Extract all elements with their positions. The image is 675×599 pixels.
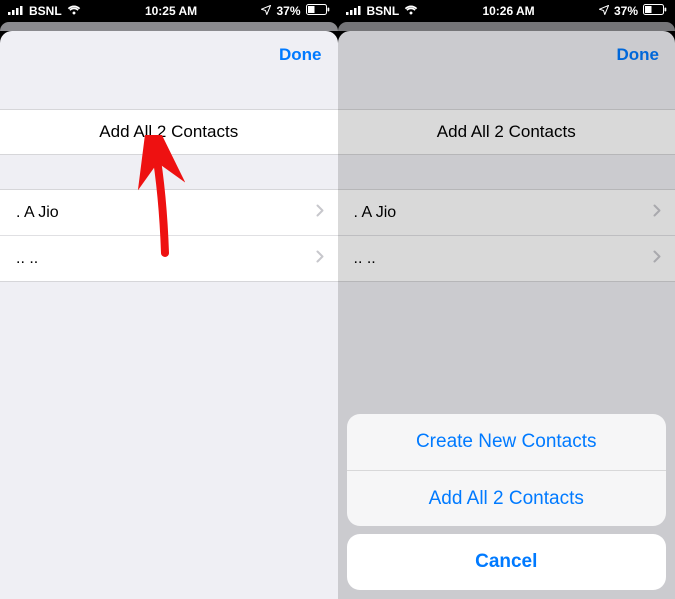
wifi-icon xyxy=(67,4,81,18)
create-new-contacts-button[interactable]: Create New Contacts xyxy=(347,414,667,470)
add-all-contacts-action-button[interactable]: Add All 2 Contacts xyxy=(347,470,667,526)
contact-row[interactable]: . A Jio xyxy=(0,189,338,235)
clock-label: 10:26 AM xyxy=(418,4,599,18)
screenshot-right: BSNL 10:26 AM 37% Done Add All 2 Contact… xyxy=(338,0,675,599)
battery-percent-label: 37% xyxy=(614,4,638,18)
cancel-button[interactable]: Cancel xyxy=(347,534,667,590)
carrier-label: BSNL xyxy=(367,4,400,18)
screenshot-left: BSNL 10:25 AM 37% Done Add All 2 Contact… xyxy=(0,0,338,599)
action-sheet: Create New Contacts Add All 2 Contacts C… xyxy=(347,414,667,590)
done-button[interactable]: Done xyxy=(279,45,322,65)
status-bar: BSNL 10:25 AM 37% xyxy=(0,0,338,22)
chevron-right-icon xyxy=(316,204,324,222)
signal-icon xyxy=(346,4,362,18)
status-bar: BSNL 10:26 AM 37% xyxy=(338,0,675,22)
nav-bar: Done xyxy=(0,31,338,79)
clock-label: 10:25 AM xyxy=(81,4,262,18)
wifi-icon xyxy=(404,4,418,18)
contacts-list: . A Jio .. .. xyxy=(0,189,338,282)
signal-icon xyxy=(8,4,24,18)
add-all-contacts-button[interactable]: Add All 2 Contacts xyxy=(0,109,338,155)
contact-name: .. .. xyxy=(16,250,38,268)
battery-icon xyxy=(643,4,667,18)
modal-sheet: Done Add All 2 Contacts . A Jio .. .. xyxy=(0,31,338,599)
chevron-right-icon xyxy=(316,250,324,268)
location-icon xyxy=(599,4,609,18)
contact-row[interactable]: .. .. xyxy=(0,235,338,281)
battery-percent-label: 37% xyxy=(276,4,300,18)
carrier-label: BSNL xyxy=(29,4,62,18)
contact-name: . A Jio xyxy=(16,204,59,222)
battery-icon xyxy=(306,4,330,18)
location-icon xyxy=(261,4,271,18)
